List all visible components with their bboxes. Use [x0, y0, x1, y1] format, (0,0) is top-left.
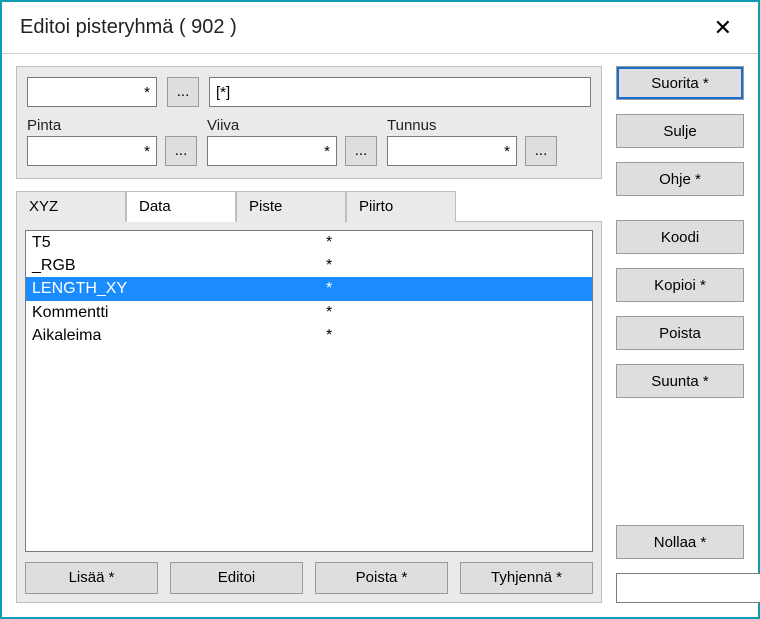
pinta-field-group: Pinta ...	[27, 117, 197, 166]
side-text-input[interactable]	[616, 573, 760, 603]
list-item-value: *	[326, 324, 586, 347]
list-action-row: Lisää * Editoi Poista * Tyhjennä *	[25, 562, 593, 594]
left-column: ... Pinta ... Viiva ...	[16, 66, 602, 603]
viiva-label: Viiva	[207, 117, 377, 134]
tabbed-area: XYZ Data Piste Piirto T5*_RGB*LENGTH_XY*…	[16, 191, 602, 603]
list-item-name: T5	[32, 231, 326, 254]
pinta-browse-button[interactable]: ...	[165, 136, 197, 166]
tunnus-field-group: Tunnus ...	[387, 117, 557, 166]
filter-field-2[interactable]	[209, 77, 591, 107]
suorita-button[interactable]: Suorita *	[616, 66, 744, 100]
list-item-value: *	[326, 254, 586, 277]
right-column: Suorita * Sulje Ohje * Koodi Kopioi * Po…	[616, 66, 744, 603]
suunta-button[interactable]: Suunta *	[616, 364, 744, 398]
filter-panel: ... Pinta ... Viiva ...	[16, 66, 602, 179]
poista-button[interactable]: Poista *	[315, 562, 448, 594]
tab-piirto[interactable]: Piirto	[346, 191, 456, 222]
nollaa-button[interactable]: Nollaa *	[616, 525, 744, 559]
tab-data[interactable]: Data	[126, 191, 236, 222]
list-item-name: LENGTH_XY	[32, 277, 326, 300]
editoi-button[interactable]: Editoi	[170, 562, 303, 594]
list-item[interactable]: Kommentti*	[26, 301, 592, 324]
dialog-title: Editoi pisteryhmä ( 902 )	[20, 16, 237, 39]
koodi-button[interactable]: Koodi	[616, 220, 744, 254]
list-item-value: *	[326, 231, 586, 254]
list-item-value: *	[326, 301, 586, 324]
viiva-browse-button[interactable]: ...	[345, 136, 377, 166]
tunnus-label: Tunnus	[387, 117, 557, 134]
side-bottom-row: X	[616, 573, 744, 603]
tyhjenna-button[interactable]: Tyhjennä *	[460, 562, 593, 594]
list-item[interactable]: _RGB*	[26, 254, 592, 277]
list-item-value: *	[326, 277, 586, 300]
close-icon[interactable]: ✕	[706, 13, 740, 43]
dialog-body: ... Pinta ... Viiva ...	[2, 54, 758, 617]
tunnus-input[interactable]	[387, 136, 517, 166]
list-item[interactable]: Aikaleima*	[26, 324, 592, 347]
list-item-name: Kommentti	[32, 301, 326, 324]
viiva-field-group: Viiva ...	[207, 117, 377, 166]
list-item[interactable]: LENGTH_XY*	[26, 277, 592, 300]
list-item[interactable]: T5*	[26, 231, 592, 254]
browse-button-1[interactable]: ...	[167, 77, 199, 107]
data-tab-panel: T5*_RGB*LENGTH_XY*Kommentti*Aikaleima* L…	[16, 221, 602, 603]
lisaa-button[interactable]: Lisää *	[25, 562, 158, 594]
ohje-button[interactable]: Ohje *	[616, 162, 744, 196]
tab-strip: XYZ Data Piste Piirto	[16, 191, 602, 222]
sulje-button[interactable]: Sulje	[616, 114, 744, 148]
tab-piste[interactable]: Piste	[236, 191, 346, 222]
list-item-name: Aikaleima	[32, 324, 326, 347]
viiva-input[interactable]	[207, 136, 337, 166]
tab-xyz[interactable]: XYZ	[16, 191, 126, 222]
filter-field-1[interactable]	[27, 77, 157, 107]
data-listbox[interactable]: T5*_RGB*LENGTH_XY*Kommentti*Aikaleima*	[25, 230, 593, 552]
poista-side-button[interactable]: Poista	[616, 316, 744, 350]
pinta-input[interactable]	[27, 136, 157, 166]
pinta-label: Pinta	[27, 117, 197, 134]
titlebar: Editoi pisteryhmä ( 902 ) ✕	[2, 2, 758, 54]
side-spacer	[616, 412, 744, 511]
tunnus-browse-button[interactable]: ...	[525, 136, 557, 166]
list-item-name: _RGB	[32, 254, 326, 277]
kopioi-button[interactable]: Kopioi *	[616, 268, 744, 302]
